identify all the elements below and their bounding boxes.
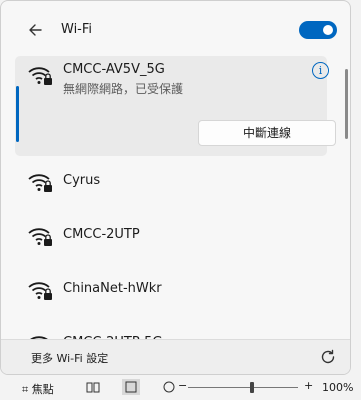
network-item-chinanet-hwkr[interactable]: ChinaNet-hWkr <box>15 267 327 313</box>
read-mode-icon[interactable] <box>86 381 100 393</box>
active-network-status: 無網際網路，已受保護 <box>63 82 184 96</box>
wifi-flyout-panel: Wi-Fi CMCC-AV5V_5G 無網際網路，已受保護 i 中斷連線 Cyr… <box>0 0 351 375</box>
focus-icon: ⌗ <box>22 383 29 396</box>
list-scrollbar[interactable] <box>345 69 348 139</box>
network-item-cyrus[interactable]: Cyrus <box>15 159 327 205</box>
disconnect-button[interactable]: 中斷連線 <box>198 120 336 146</box>
focus-mode-button[interactable]: ⌗ 焦點 <box>22 381 54 397</box>
network-list: CMCC-AV5V_5G 無網際網路，已受保護 i 中斷連線 Cyrus CMC… <box>1 53 350 343</box>
zoom-out-button[interactable]: − <box>178 379 187 392</box>
refresh-icon <box>321 349 335 364</box>
network-item-cmcc-2utp[interactable]: CMCC-2UTP <box>15 213 327 259</box>
refresh-button[interactable] <box>319 348 337 366</box>
back-button[interactable] <box>25 19 47 41</box>
print-layout-icon[interactable] <box>122 379 140 395</box>
zoom-slider-thumb[interactable] <box>250 382 254 393</box>
more-wifi-settings-link[interactable]: 更多 Wi-Fi 設定 <box>31 350 108 366</box>
wifi-secured-icon <box>28 174 52 192</box>
word-status-bar: ⌗ 焦點 − + 100% <box>0 376 361 400</box>
wifi-header: Wi-Fi <box>1 1 350 53</box>
back-arrow-icon <box>29 24 42 36</box>
wifi-title: Wi-Fi <box>61 22 93 37</box>
wifi-secured-icon <box>28 228 52 246</box>
selection-accent-bar <box>16 86 19 142</box>
network-name: CMCC-2UTP <box>63 227 140 242</box>
toggle-knob <box>323 25 333 35</box>
wifi-toggle[interactable] <box>299 21 337 39</box>
network-name: ChinaNet-hWkr <box>63 281 162 296</box>
info-icon[interactable]: i <box>312 62 329 79</box>
active-network-name: CMCC-AV5V_5G <box>63 62 165 77</box>
web-layout-icon[interactable] <box>162 381 176 393</box>
focus-label: 焦點 <box>31 383 54 396</box>
zoom-slider-track[interactable] <box>188 387 298 388</box>
zoom-in-button[interactable]: + <box>304 379 313 392</box>
network-name: Cyrus <box>63 173 101 188</box>
flyout-footer: 更多 Wi-Fi 設定 <box>1 339 350 374</box>
active-network-item[interactable]: CMCC-AV5V_5G 無網際網路，已受保護 i 中斷連線 <box>15 56 336 156</box>
wifi-secured-icon <box>28 67 52 85</box>
wifi-secured-icon <box>28 282 52 300</box>
zoom-level[interactable]: 100% <box>322 381 353 394</box>
